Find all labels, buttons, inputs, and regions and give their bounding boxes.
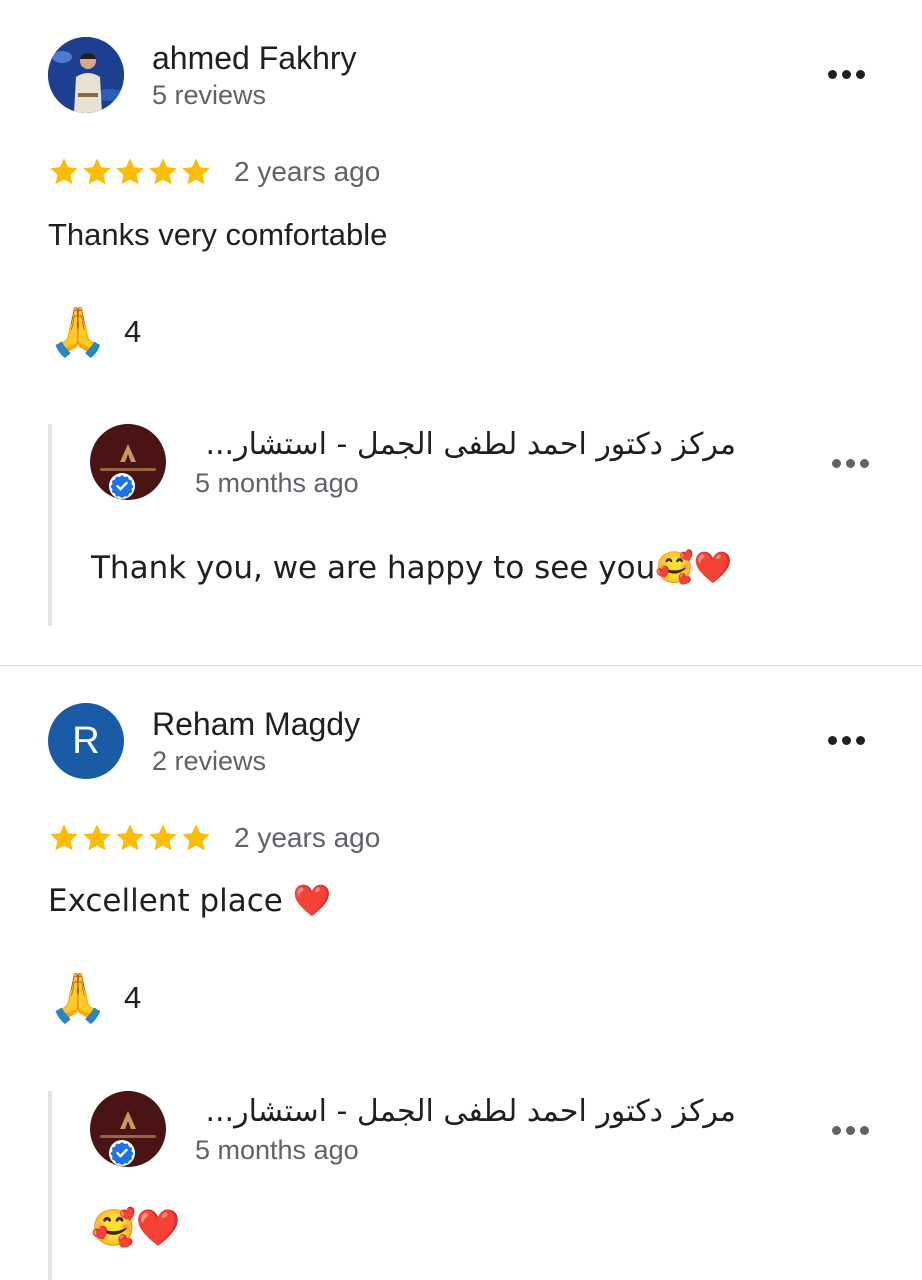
star-icon — [182, 824, 210, 851]
reviewer-avatar[interactable] — [48, 37, 124, 113]
star-icon — [149, 824, 177, 851]
owner-name[interactable]: مركز دكتور احمد لطفى الجمل - استشار... — [205, 426, 736, 464]
review-text: Thanks very comfortable — [48, 217, 388, 252]
more-dots-icon — [827, 69, 837, 79]
owner-reply-date: 5 months ago — [195, 468, 359, 498]
reaction-count: 4 — [124, 314, 142, 349]
business-logo-icon — [120, 1111, 136, 1129]
owner-reply-more-button[interactable] — [824, 448, 876, 478]
star-icon — [83, 824, 111, 851]
folded-hands-icon: 🙏 — [48, 970, 108, 1026]
owner-reply: مركز دكتور احمد لطفى الجمل - استشار... 5… — [48, 424, 922, 626]
review-card: R Reham Magdy 2 reviews 2 years ago Exce… — [0, 666, 922, 1280]
owner-reply-text: 🥰❤️ — [91, 1208, 181, 1249]
rating-row: 2 years ago — [48, 150, 380, 194]
more-dots-icon — [831, 458, 841, 468]
reviewer-review-count: 2 reviews — [152, 746, 267, 776]
review-date: 2 years ago — [234, 156, 381, 187]
review-text: Excellent place ❤️ — [48, 883, 332, 919]
star-icon — [149, 158, 177, 185]
reaction-button[interactable]: 🙏 4 — [48, 304, 141, 360]
reaction-button[interactable]: 🙏 4 — [48, 970, 141, 1026]
star-icon — [182, 158, 210, 185]
more-dots-icon — [831, 1125, 841, 1135]
more-options-button[interactable] — [820, 725, 872, 755]
owner-reply-date: 5 months ago — [195, 1135, 359, 1165]
reviewer-review-count: 5 reviews — [152, 80, 267, 110]
more-dots-icon — [827, 735, 837, 745]
owner-reply-text: Thank you, we are happy to see you🥰❤️ — [91, 550, 733, 586]
star-icon — [116, 824, 144, 851]
star-icon — [83, 158, 111, 185]
review-date: 2 years ago — [234, 822, 381, 853]
owner-name[interactable]: مركز دكتور احمد لطفى الجمل - استشار... — [205, 1093, 736, 1131]
folded-hands-icon: 🙏 — [48, 304, 108, 360]
star-rating — [48, 156, 212, 188]
review-card: ahmed Fakhry 5 reviews 2 years ago Thank… — [0, 0, 922, 665]
star-icon — [50, 158, 78, 185]
rating-row: 2 years ago — [48, 816, 380, 860]
owner-reply-more-button[interactable] — [824, 1115, 876, 1145]
reviewer-photo-icon — [48, 37, 124, 113]
star-icon — [116, 158, 144, 185]
verified-check-icon — [109, 1140, 135, 1166]
star-rating — [48, 822, 212, 854]
reviewer-name[interactable]: Reham Magdy — [152, 704, 360, 744]
business-logo-icon — [120, 444, 136, 462]
reaction-count: 4 — [124, 980, 142, 1015]
star-icon — [50, 824, 78, 851]
owner-reply: مركز دكتور احمد لطفى الجمل - استشار... 5… — [48, 1091, 922, 1280]
reviewer-name[interactable]: ahmed Fakhry — [152, 38, 357, 78]
more-options-button[interactable] — [820, 59, 872, 89]
verified-check-icon — [109, 473, 135, 499]
reviewer-avatar[interactable]: R — [48, 703, 124, 779]
